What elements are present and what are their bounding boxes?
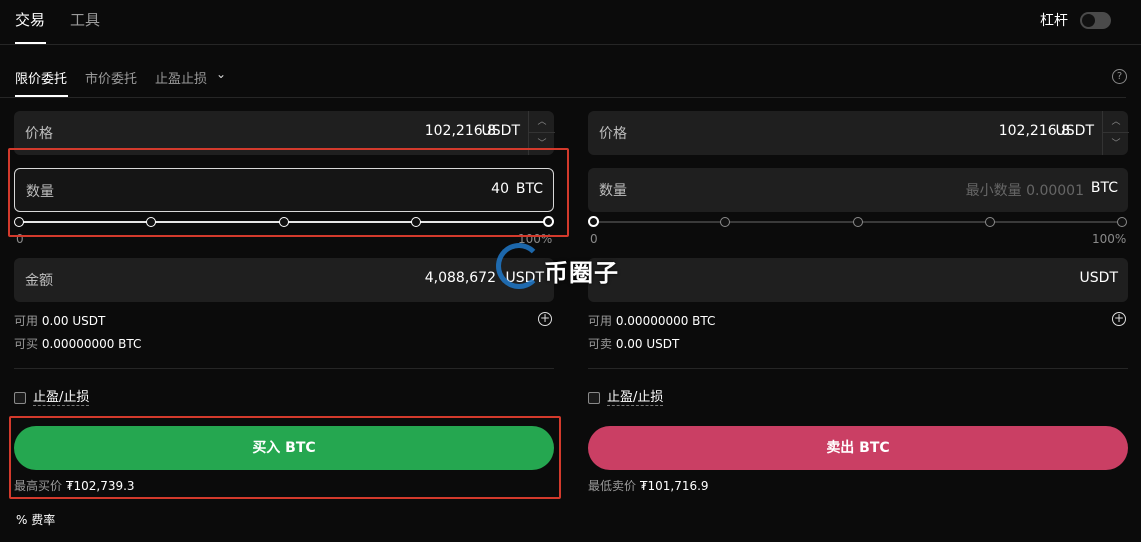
can-sell-label: 可卖: [588, 337, 613, 351]
sell-panel: 价格 102,216.8 USDT ︿ ﹀ 数量 最小数量 0.00001 BT…: [588, 0, 1129, 542]
tpsl-label[interactable]: 止盈/止损: [33, 390, 90, 406]
amount-label: 金额: [25, 273, 53, 289]
can-buy-value: 0.00000000 BTC: [41, 337, 142, 351]
watermark-ring-icon: [496, 243, 542, 289]
highlight-box-buy: [9, 416, 561, 499]
best-sell-value: ₮101,716.9: [639, 479, 709, 493]
divider: [588, 368, 1128, 369]
add-funds-icon[interactable]: +: [1112, 312, 1126, 326]
sell-quantity-slider[interactable]: [588, 211, 1128, 233]
percent-icon: %: [16, 513, 28, 527]
price-stepper[interactable]: ︿ ﹀: [1102, 111, 1129, 155]
price-label: 价格: [599, 126, 627, 142]
increment-icon[interactable]: ︿: [1103, 111, 1129, 133]
sell-quantity-field[interactable]: 数量 最小数量 0.00001 BTC: [588, 168, 1128, 212]
watermark-logo: 币圈子: [496, 243, 646, 293]
price-label: 价格: [25, 126, 53, 142]
divider: [14, 368, 554, 369]
slider-node-75[interactable]: [985, 217, 995, 227]
available-balance: 可用 0.00000000 BTC: [588, 312, 715, 329]
amount-unit: USDT: [1079, 270, 1118, 286]
available-label: 可用: [588, 314, 613, 328]
add-funds-icon[interactable]: +: [538, 312, 552, 326]
can-buy-label: 可买: [14, 337, 39, 351]
buy-amount-field[interactable]: 金额 4,088,672 USDT: [14, 258, 554, 302]
decrement-icon[interactable]: ﹀: [1103, 133, 1129, 155]
quantity-label: 数量: [599, 183, 627, 199]
available-label: 可用: [14, 314, 39, 328]
price-unit: USDT: [481, 123, 520, 139]
best-sell-price: 最低卖价 ₮101,716.9: [588, 477, 709, 494]
can-sell-value: 0.00 USDT: [615, 337, 680, 351]
tpsl-checkbox[interactable]: [588, 392, 600, 404]
max-sell: 可卖 0.00 USDT: [588, 335, 679, 352]
amount-value[interactable]: 4,088,672: [425, 270, 496, 286]
slider-node-50[interactable]: [853, 217, 863, 227]
increment-icon[interactable]: ︿: [529, 111, 555, 133]
tpsl-checkbox[interactable]: [14, 392, 26, 404]
slider-max-label: 100%: [1092, 232, 1127, 246]
quantity-unit: BTC: [1090, 180, 1118, 196]
slider-node-100[interactable]: [1117, 217, 1127, 227]
available-value: 0.00 USDT: [41, 314, 106, 328]
available-value: 0.00000000 BTC: [615, 314, 716, 328]
fee-rate[interactable]: % 费率: [16, 511, 55, 528]
fee-label: 费率: [31, 513, 56, 527]
sell-amount-field[interactable]: USDT: [588, 258, 1128, 302]
available-balance: 可用 0.00 USDT: [14, 312, 105, 329]
best-sell-label: 最低卖价: [588, 479, 637, 493]
slider-handle[interactable]: [588, 216, 599, 227]
sell-price-field[interactable]: 价格 102,216.8 USDT ︿ ﹀: [588, 111, 1129, 155]
watermark-text: 币圈子: [544, 259, 619, 287]
slider-node-25[interactable]: [720, 217, 730, 227]
max-buy: 可买 0.00000000 BTC: [14, 335, 141, 352]
price-unit: USDT: [1055, 123, 1094, 139]
quantity-placeholder[interactable]: 最小数量 0.00001: [966, 180, 1084, 200]
sell-button[interactable]: 卖出 BTC: [588, 426, 1128, 470]
highlight-box-quantity: [8, 148, 569, 237]
tpsl-label[interactable]: 止盈/止损: [607, 390, 664, 406]
